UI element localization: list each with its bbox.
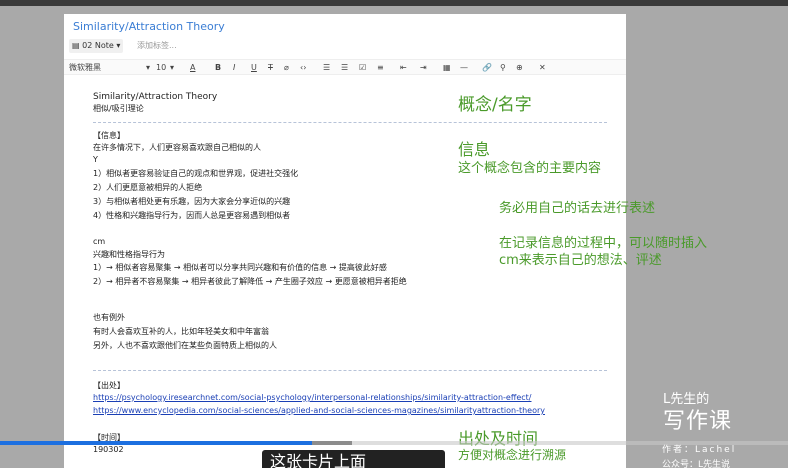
code-icon[interactable]: ‹› — [300, 62, 306, 73]
info-y: Y — [93, 155, 98, 164]
annotation-cm-tip: cm来表示自己的想法、评述 — [499, 253, 662, 268]
list-item: 1）→ 相似者容易聚集 → 相似者可以分享共同兴趣和有价值的信息 → 提高彼此好… — [93, 263, 387, 272]
bullet-list-icon[interactable]: ☰ — [323, 62, 330, 73]
font-selector[interactable]: 微软雅黑 — [69, 62, 101, 73]
list-item: 2）人们更愿意被相异的人拒绝 — [93, 183, 203, 192]
video-progress-fill[interactable] — [0, 441, 313, 445]
highlight-icon[interactable]: ⌀ — [284, 62, 289, 73]
link-icon[interactable]: 🔗 — [482, 62, 492, 73]
italic-icon[interactable]: I — [233, 62, 235, 73]
font-color-icon[interactable]: A — [190, 62, 195, 73]
annotation-info-desc: 这个概念包含的主要内容 — [458, 161, 602, 176]
list-item: 3）与相似者相处更有乐趣，因为大家会分享近似的兴趣 — [93, 197, 291, 206]
horizontal-rule-icon[interactable]: — — [460, 62, 468, 73]
video-subtitle: 这张卡片上面 — [262, 450, 445, 468]
numbered-list-icon[interactable]: ☰ — [341, 62, 348, 73]
note-title[interactable]: Similarity/Attraction Theory — [73, 20, 225, 33]
chevron-down-icon[interactable]: ▾ — [146, 62, 150, 73]
notebook-icon: ▤ — [72, 41, 80, 50]
align-icon[interactable]: ≡ — [377, 62, 384, 73]
underline-icon[interactable]: U — [251, 62, 257, 73]
insert-icon[interactable]: ⊕ — [516, 62, 523, 73]
list-item: 2）→ 相异者不容易聚集 → 相异者彼此了解降低 → 产生圈子效应 → 更愿意被… — [93, 277, 407, 286]
list-item: 有时人会喜欢互补的人，比如年轻美女和中年富翁 — [93, 327, 269, 336]
cm-intro: 兴趣和性格指导行为 — [93, 250, 165, 259]
annotation-concept: 概念/名字 — [458, 95, 532, 115]
annotation-source-desc: 方便对概念进行溯源 — [458, 448, 567, 462]
info-intro: 在许多情况下，人们更容易喜欢跟自己相似的人 — [93, 143, 261, 152]
outdent-icon[interactable]: ⇤ — [400, 62, 407, 73]
top-bar — [0, 0, 788, 6]
clear-format-icon[interactable]: ✕ — [539, 62, 546, 73]
annotation-own-words: 务必用自己的话去进行表述 — [499, 201, 656, 216]
cm-label: cm — [93, 237, 106, 246]
tag-input[interactable]: 添加标签... — [137, 39, 177, 53]
source-link[interactable]: https://psychology.iresearchnet.com/soci… — [93, 392, 531, 404]
exception-label: 也有例外 — [93, 313, 125, 322]
attachment-icon[interactable]: ⚲ — [500, 62, 506, 73]
heading-en: Similarity/Attraction Theory — [93, 92, 218, 102]
notebook-selector[interactable]: ▤ 02 Note ▾ — [69, 39, 124, 53]
source-link[interactable]: https://www.encyclopedia.com/social-scie… — [93, 405, 545, 417]
table-icon[interactable]: ▦ — [443, 62, 451, 73]
heading-cn: 相似/吸引理论 — [93, 104, 144, 113]
divider — [93, 370, 607, 371]
list-item: 1）相似者更容易验证自己的观点和世界观，促进社交强化 — [93, 169, 299, 178]
chevron-down-icon[interactable]: ▾ — [170, 62, 174, 73]
time-value: 190302 — [93, 445, 124, 454]
list-item: 4）性格和兴趣指导行为，因而人总是更容易遇到相似者 — [93, 211, 291, 220]
list-item: 另外，人也不喜欢跟他们在某些负面特质上相似的人 — [93, 341, 277, 350]
source-header: 【出处】 — [93, 381, 125, 390]
indent-icon[interactable]: ⇥ — [420, 62, 427, 73]
strikethrough-icon[interactable]: T — [268, 62, 273, 73]
checkbox-icon[interactable]: ☑ — [359, 62, 366, 73]
video-progress-buffer — [312, 441, 353, 445]
bold-icon[interactable]: B — [215, 62, 221, 73]
chevron-down-icon: ▾ — [116, 41, 121, 50]
info-header: 【信息】 — [93, 131, 125, 140]
brand-line2: 写作课 — [663, 409, 733, 434]
font-size-selector[interactable]: 10 — [156, 62, 166, 73]
divider — [93, 122, 607, 123]
brand-account: 公众号：L先生说 — [662, 460, 731, 468]
format-toolbar: 微软雅黑 ▾ 10 ▾ A B I U T ⌀ ‹› ☰ ☰ ☑ ≡ ⇤ ⇥ ▦… — [64, 59, 626, 75]
notebook-name: 02 Note — [82, 41, 114, 50]
